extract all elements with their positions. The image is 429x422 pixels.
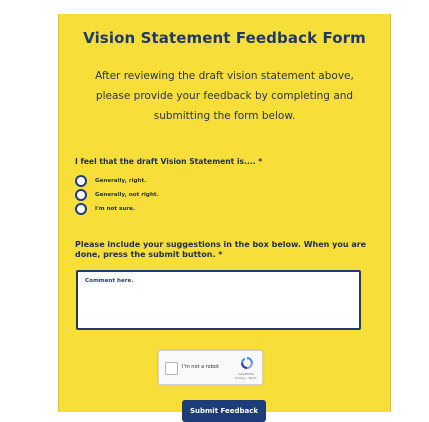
question1-label: I feel that the draft Vision Statement i…: [75, 157, 263, 166]
form-title: Vision Statement Feedback Form: [83, 29, 366, 47]
option-not-sure[interactable]: I'm not sure.: [75, 202, 136, 215]
recaptcha-label: I'm not a robot: [182, 364, 219, 370]
recaptcha-logo-icon: [241, 357, 253, 369]
textarea-placeholder: Comment here.: [85, 278, 134, 284]
submit-feedback-button[interactable]: Submit Feedback: [182, 400, 266, 422]
option-label: I'm not sure.: [95, 205, 136, 212]
radio-button[interactable]: [75, 202, 87, 215]
recaptcha-widget: I'm not a robot reCAPTCHA Privacy - Term…: [158, 350, 263, 385]
option-label: Generally, not right.: [95, 191, 159, 198]
radio-button[interactable]: [75, 188, 87, 201]
recaptcha-links[interactable]: Privacy - Terms: [233, 376, 259, 380]
radio-button[interactable]: [75, 174, 87, 187]
option-generally-not-right[interactable]: Generally, not right.: [75, 188, 159, 201]
suggestions-textarea[interactable]: Comment here.: [76, 270, 361, 330]
question2-label: Please include your suggestions in the b…: [75, 240, 367, 259]
recaptcha-checkbox[interactable]: [165, 362, 178, 375]
option-generally-right[interactable]: Generally, right.: [75, 174, 147, 187]
feedback-form-panel: Vision Statement Feedback Form After rev…: [58, 14, 391, 422]
option-label: Generally, right.: [95, 177, 147, 184]
form-intro: After reviewing the draft vision stateme…: [95, 70, 354, 122]
recaptcha-brand: reCAPTCHA Privacy - Terms: [233, 372, 259, 380]
